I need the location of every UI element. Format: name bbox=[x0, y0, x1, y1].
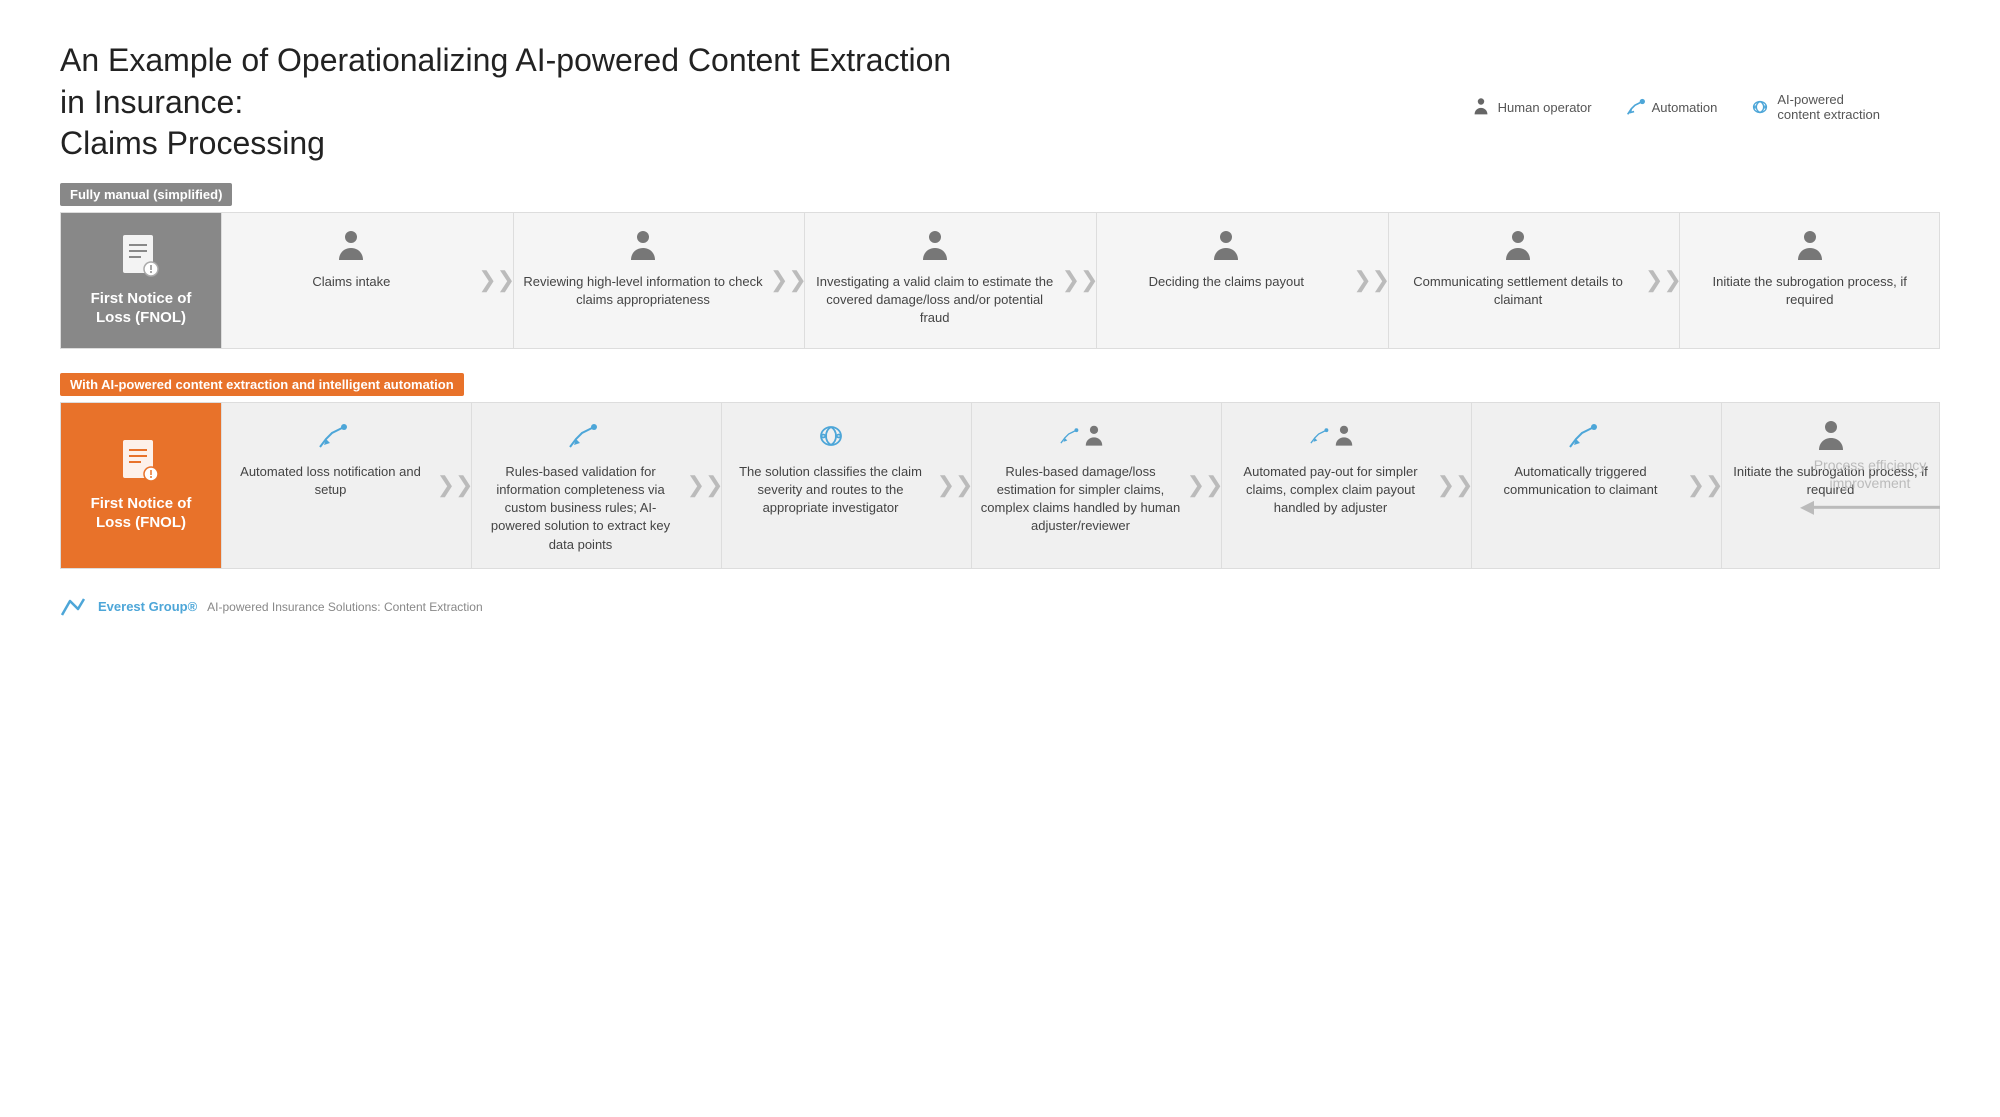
automation-icon-1 bbox=[314, 419, 348, 453]
ai-step-6-text: Automatically triggered communication to… bbox=[1480, 463, 1681, 499]
human-icon-3 bbox=[919, 228, 951, 264]
efficiency-section: Process efficiency improvement bbox=[1790, 456, 1950, 514]
manual-step-6-icon bbox=[1794, 227, 1826, 265]
manual-step-2-icon bbox=[627, 227, 659, 265]
ai-step-6: Automatically triggered communication to… bbox=[1471, 403, 1689, 568]
manual-steps: Claims intake ❯❯ Reviewing high-level in… bbox=[221, 213, 1939, 348]
ai-step-6-icon bbox=[1564, 417, 1598, 455]
ai-arrow-2: ❯❯ bbox=[689, 403, 721, 568]
ai-arrow-3: ❯❯ bbox=[939, 403, 971, 568]
human-icon-5 bbox=[1502, 228, 1534, 264]
human-icon-4 bbox=[1210, 228, 1242, 264]
manual-arrow-5: ❯❯ bbox=[1647, 213, 1679, 348]
manual-step-4: Deciding the claims payout bbox=[1096, 213, 1356, 348]
ai-fnol-box: First Notice of Loss (FNOL) bbox=[61, 403, 221, 568]
manual-step-6-text: Initiate the subrogation process, if req… bbox=[1688, 273, 1931, 309]
efficiency-label: Process efficiency improvement bbox=[1790, 456, 1950, 492]
legend-ai-item: AI-powered content extraction bbox=[1749, 92, 1880, 122]
manual-arrow-1: ❯❯ bbox=[481, 213, 513, 348]
ai-step-4-icon bbox=[1057, 417, 1105, 455]
ai-step-5: Automated pay-out for simpler claims, co… bbox=[1221, 403, 1439, 568]
automation-legend-icon bbox=[1624, 96, 1646, 118]
human-legend-icon bbox=[1470, 96, 1492, 118]
manual-fnol-box: First Notice of Loss (FNOL) bbox=[61, 213, 221, 348]
manual-step-2-text: Reviewing high-level information to chec… bbox=[522, 273, 765, 309]
ai-step-5-icon bbox=[1307, 417, 1355, 455]
ai-step-4-text: Rules-based damage/loss estimation for s… bbox=[980, 463, 1181, 536]
manual-step-4-text: Deciding the claims payout bbox=[1149, 273, 1304, 291]
ai-arrow-5: ❯❯ bbox=[1439, 403, 1471, 568]
ai-step-2: Rules-based validation for information c… bbox=[471, 403, 689, 568]
manual-section-label: Fully manual (simplified) bbox=[60, 183, 1940, 212]
ai-step-3-text: The solution classifies the claim severi… bbox=[730, 463, 931, 518]
manual-step-1-text: Claims intake bbox=[312, 273, 390, 291]
manual-step-3-text: Investigating a valid claim to estimate … bbox=[813, 273, 1056, 328]
ai-step-1-icon bbox=[314, 417, 348, 455]
ai-section-label: With AI-powered content extraction and i… bbox=[60, 373, 1940, 402]
human-icon-7ai bbox=[1815, 418, 1847, 454]
ai-step-5-text: Automated pay-out for simpler claims, co… bbox=[1230, 463, 1431, 518]
manual-arrow-3: ❯❯ bbox=[1064, 213, 1096, 348]
manual-step-5-text: Communicating settlement details to clai… bbox=[1397, 273, 1640, 309]
ai-step-4: Rules-based damage/loss estimation for s… bbox=[971, 403, 1189, 568]
manual-arrow-2: ❯❯ bbox=[772, 213, 804, 348]
ai-arrow-4: ❯❯ bbox=[1189, 403, 1221, 568]
ai-section: With AI-powered content extraction and i… bbox=[60, 373, 1940, 569]
page-title: An Example of Operationalizing AI-powere… bbox=[60, 40, 960, 165]
automation-icon-2 bbox=[564, 419, 598, 453]
efficiency-arrow bbox=[1800, 500, 1940, 514]
manual-fnol-label: First Notice of Loss (FNOL) bbox=[71, 289, 211, 328]
fnol-doc-icon-ai bbox=[119, 438, 163, 488]
ai-steps: Automated loss notification and setup ❯❯ bbox=[221, 403, 1939, 568]
ai-step-7-icon bbox=[1815, 417, 1847, 455]
legend-automation-item: Automation bbox=[1624, 96, 1718, 118]
ai-fnol-label: First Notice of Loss (FNOL) bbox=[71, 494, 211, 533]
legend-human-label: Human operator bbox=[1498, 100, 1592, 115]
manual-step-6: Initiate the subrogation process, if req… bbox=[1679, 213, 1939, 348]
arrow-head bbox=[1800, 500, 1814, 514]
automation-icon-4 bbox=[1057, 423, 1079, 449]
manual-section: Fully manual (simplified) First Notice o… bbox=[60, 183, 1940, 349]
footer-subtitle: AI-powered Insurance Solutions: Content … bbox=[207, 600, 482, 614]
ai-step-2-text: Rules-based validation for information c… bbox=[480, 463, 681, 554]
legend-human-item: Human operator bbox=[1470, 96, 1592, 118]
fnol-doc-icon-manual bbox=[119, 233, 163, 283]
human-icon-4ai bbox=[1083, 423, 1105, 449]
manual-step-4-icon bbox=[1210, 227, 1242, 265]
ai-step-1-text: Automated loss notification and setup bbox=[230, 463, 431, 499]
manual-step-1-icon bbox=[335, 227, 367, 265]
manual-arrow-4: ❯❯ bbox=[1356, 213, 1388, 348]
manual-step-5: Communicating settlement details to clai… bbox=[1388, 213, 1648, 348]
ai-process-row: First Notice of Loss (FNOL) Auto bbox=[60, 402, 1940, 569]
footer-logo-text: Everest Group® bbox=[98, 599, 197, 614]
ai-step-2-icon bbox=[564, 417, 598, 455]
manual-step-1: Claims intake bbox=[221, 213, 481, 348]
automation-icon-6 bbox=[1564, 419, 1598, 453]
manual-step-3-icon bbox=[919, 227, 951, 265]
manual-step-3: Investigating a valid claim to estimate … bbox=[804, 213, 1064, 348]
legend-automation-label: Automation bbox=[1652, 100, 1718, 115]
footer: Everest Group® AI-powered Insurance Solu… bbox=[60, 593, 1940, 621]
legend: Human operator Automation AI-powered con… bbox=[1470, 92, 1880, 122]
human-icon-5ai bbox=[1333, 423, 1355, 449]
human-icon-6 bbox=[1794, 228, 1826, 264]
arrow-line bbox=[1814, 506, 1940, 509]
ai-legend-icon bbox=[1749, 96, 1771, 118]
automation-icon-5 bbox=[1307, 423, 1329, 449]
ai-step-3: The solution classifies the claim severi… bbox=[721, 403, 939, 568]
human-icon-2 bbox=[627, 228, 659, 264]
human-icon-1 bbox=[335, 228, 367, 264]
manual-step-5-icon bbox=[1502, 227, 1534, 265]
ai-arrow-6: ❯❯ bbox=[1689, 403, 1721, 568]
everest-logo-icon bbox=[60, 593, 88, 621]
manual-process-row: First Notice of Loss (FNOL) Claims intak… bbox=[60, 212, 1940, 349]
ai-arrow-1: ❯❯ bbox=[439, 403, 471, 568]
manual-step-2: Reviewing high-level information to chec… bbox=[513, 213, 773, 348]
ai-brain-icon bbox=[814, 419, 848, 453]
ai-step-1: Automated loss notification and setup bbox=[221, 403, 439, 568]
ai-step-3-icon bbox=[814, 417, 848, 455]
legend-ai-label: AI-powered content extraction bbox=[1777, 92, 1880, 122]
